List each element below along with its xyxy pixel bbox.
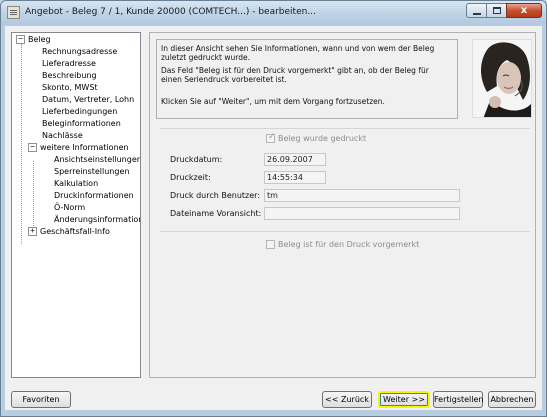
marked-for-print-checkbox[interactable]: [266, 240, 275, 249]
finish-button[interactable]: Fertigstellen: [433, 391, 483, 408]
print-date-field[interactable]: 26.09.2007: [264, 153, 326, 166]
preview-filename-field[interactable]: [264, 207, 460, 220]
next-button[interactable]: Weiter >>: [378, 391, 430, 408]
back-button[interactable]: << Zurück: [322, 391, 372, 408]
content-pane: In dieser Ansicht sehen Sie Informatione…: [149, 32, 536, 378]
print-time-label: Druckzeit:: [170, 173, 211, 182]
collapse-icon[interactable]: −: [16, 35, 25, 44]
title-bar[interactable]: Angebot - Beleg 7 / 1, Kunde 20000 (COMT…: [1, 1, 546, 25]
tree-node-ansichtseinstellungen[interactable]: Ansichtseinstellungen: [40, 154, 140, 165]
tree-connector: [33, 161, 34, 236]
maximize-icon: [493, 7, 501, 14]
favorites-button[interactable]: Favoriten: [11, 391, 71, 408]
tree-node-label: Geschäftsfall-Info: [40, 227, 110, 236]
print-info-group: [160, 128, 530, 248]
tree-connector: [21, 44, 22, 244]
tree-node-label: Beleg: [28, 35, 51, 44]
dialog-window: Angebot - Beleg 7 / 1, Kunde 20000 (COMT…: [0, 0, 547, 417]
tree-node-kalkulation[interactable]: Kalkulation: [40, 178, 98, 189]
tree-node-sperreinstellungen[interactable]: Sperreinstellungen: [40, 166, 129, 177]
maximize-button[interactable]: [486, 3, 507, 18]
print-user-field[interactable]: tm: [264, 189, 460, 202]
printed-checkbox[interactable]: ✓: [266, 132, 276, 143]
assistant-photo: [472, 39, 532, 118]
cancel-button[interactable]: Abbrechen: [488, 391, 536, 408]
check-icon: ✓: [268, 132, 276, 142]
minimize-button[interactable]: [466, 3, 487, 18]
tree-node-rechnungsadresse[interactable]: Rechnungsadresse: [28, 46, 117, 57]
window-title: Angebot - Beleg 7 / 1, Kunde 20000 (COMT…: [25, 7, 316, 17]
close-icon: x: [520, 5, 528, 16]
tree-node-lieferbedingungen[interactable]: Lieferbedingungen: [28, 106, 117, 117]
info-paragraph: Das Feld "Beleg ist für den Druck vorgem…: [161, 66, 429, 84]
tree-node-label: weitere Informationen: [40, 143, 129, 152]
document-icon: [7, 6, 20, 19]
print-date-label: Druckdatum:: [170, 155, 223, 164]
print-time-field[interactable]: 14:55:34: [264, 171, 326, 184]
tree-node-aenderungsinformationen[interactable]: Änderungsinformationen: [40, 214, 140, 225]
woman-with-headset-image: [473, 40, 531, 117]
printed-label: Beleg wurde gedruckt: [278, 134, 367, 143]
tree-node-beleginformationen[interactable]: Beleginformationen: [28, 118, 121, 129]
tree-node-datum[interactable]: Datum, Vertreter, Lohn: [28, 94, 134, 105]
preview-filename-label: Dateiname Voransicht:: [170, 209, 262, 218]
close-button[interactable]: x: [506, 3, 542, 18]
collapse-icon[interactable]: −: [28, 143, 37, 152]
info-paragraph: In dieser Ansicht sehen Sie Informatione…: [161, 44, 435, 62]
info-paragraph: Klicken Sie auf "Weiter", um mit dem Vor…: [161, 97, 385, 106]
tree-node-lieferadresse[interactable]: Lieferadresse: [28, 58, 96, 69]
info-text-box: In dieser Ansicht sehen Sie Informatione…: [156, 39, 458, 119]
print-user-label: Druck durch Benutzer:: [170, 191, 261, 200]
tree-node-skonto[interactable]: Skonto, MWSt: [28, 82, 98, 93]
expand-icon[interactable]: +: [28, 227, 37, 236]
tree-node-nachlaesse[interactable]: Nachlässe: [28, 130, 83, 141]
tree-node-druckinformationen[interactable]: Druckinformationen: [40, 190, 134, 201]
tree-node-beschreibung[interactable]: Beschreibung: [28, 70, 97, 81]
window-controls: x: [466, 3, 542, 20]
navigation-tree[interactable]: − Beleg Rechnungsadresse Lieferadresse B…: [11, 32, 141, 378]
minimize-icon: [473, 13, 481, 15]
separator: [160, 231, 530, 232]
dialog-client-area: − Beleg Rechnungsadresse Lieferadresse B…: [5, 26, 542, 410]
marked-for-print-label: Beleg ist für den Druck vorgemerkt: [278, 240, 420, 249]
tree-node-oe-norm[interactable]: Ö-Norm: [40, 202, 85, 213]
